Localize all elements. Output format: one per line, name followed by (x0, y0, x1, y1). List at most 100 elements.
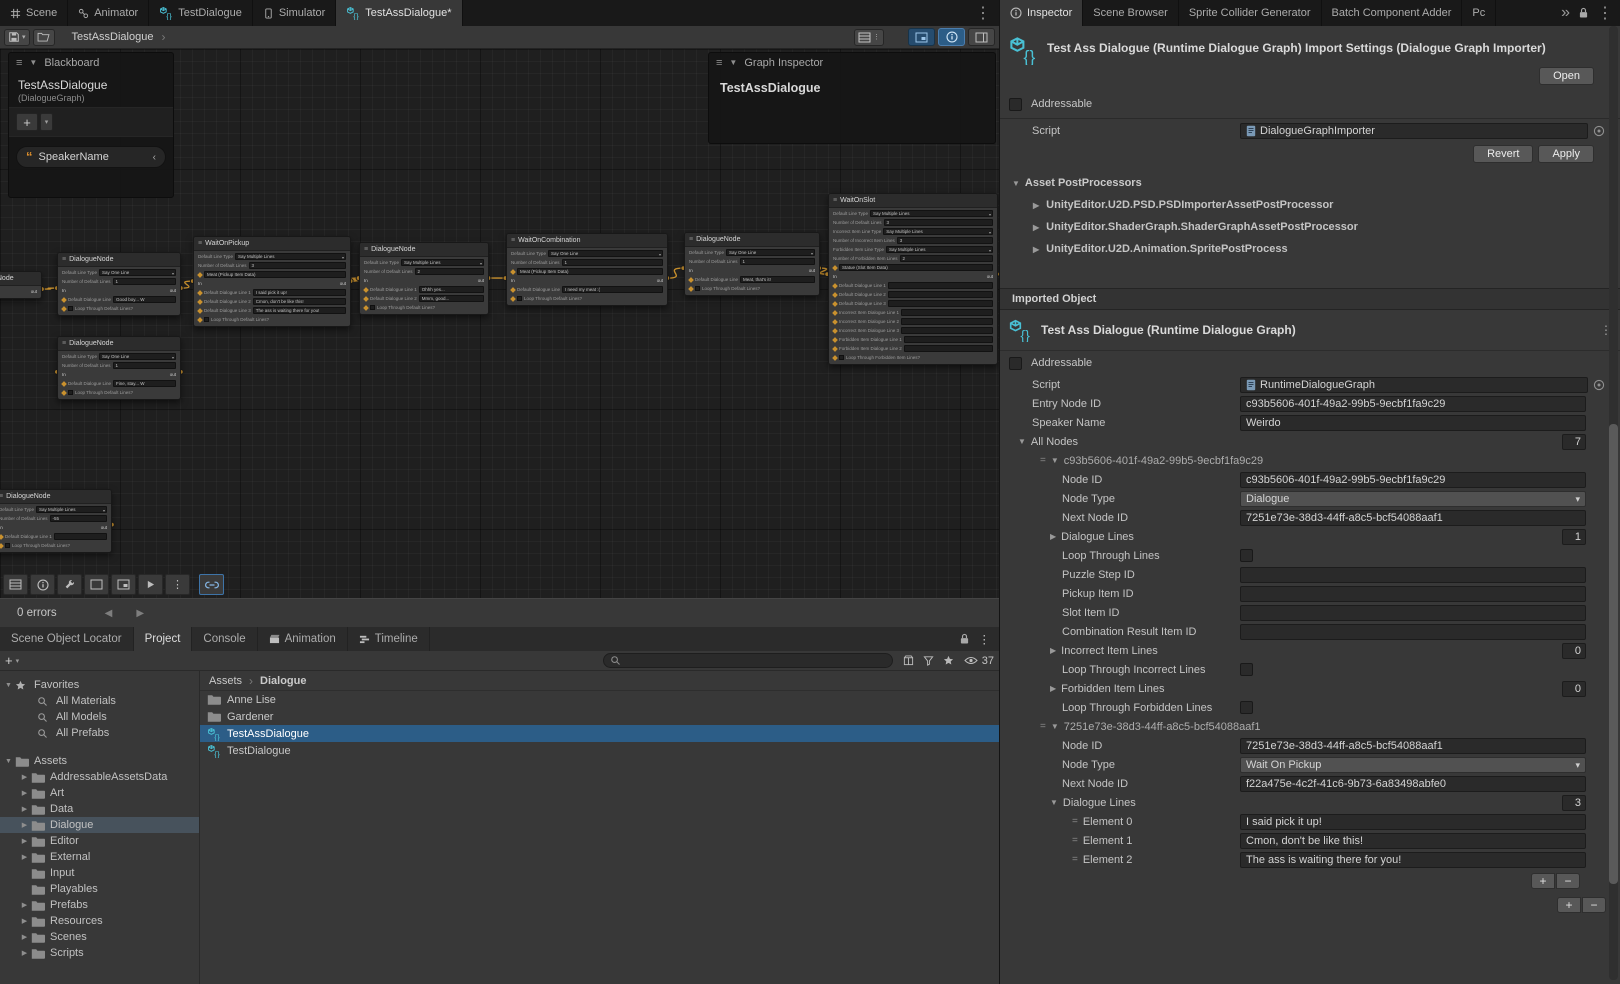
array-size-field[interactable]: 1 (1562, 529, 1586, 545)
tree-arrow-icon[interactable]: ▶ (18, 853, 31, 861)
window-tab-simulator[interactable]: Simulator (253, 0, 336, 26)
object-field[interactable]: DialogueGraphImporter (1240, 123, 1588, 139)
create-asset-button[interactable]: +▾ (5, 653, 19, 668)
open-asset-button[interactable] (33, 29, 55, 46)
foldout-arrow-icon[interactable]: ▶ (1050, 532, 1056, 541)
remove-element-button[interactable]: − (1556, 873, 1580, 889)
postprocessor-unityeditor-shadergraph-shadergraphassetpostprocessor[interactable]: ▶UnityEditor.ShaderGraph.ShaderGraphAsse… (1000, 216, 1620, 238)
addressable-checkbox[interactable] (1009, 357, 1022, 370)
drag-handle-icon[interactable]: = (1072, 816, 1078, 827)
hidden-count-indicator[interactable]: 37 (964, 655, 994, 667)
tree-arrow-icon[interactable]: ▼ (2, 758, 15, 765)
minimap-toggle-button[interactable] (111, 574, 136, 595)
node-line-field[interactable] (901, 318, 993, 325)
add-property-dropdown[interactable]: ▾ (40, 113, 53, 131)
tab-console[interactable]: Console (192, 627, 257, 651)
object-picker-button[interactable] (1588, 379, 1610, 391)
file-row-testdialogue[interactable]: {}TestDialogue (200, 742, 999, 759)
node-field[interactable]: 3 (897, 237, 993, 244)
search-by-label-icon[interactable] (923, 655, 934, 666)
revert-button[interactable]: Revert (1473, 145, 1533, 163)
tab-animation[interactable]: Animation (258, 627, 348, 651)
inspector-tab-batch-component-adder[interactable]: Batch Component Adder (1322, 0, 1463, 26)
object-field[interactable]: RuntimeDialogueGraph (1240, 377, 1588, 393)
text-field[interactable]: Weirdo (1240, 415, 1586, 431)
node-header[interactable]: ≡DialogueNode (0, 490, 111, 504)
tree-item-all-prefabs[interactable]: All Prefabs (0, 725, 199, 741)
text-field[interactable] (1240, 605, 1586, 621)
object-picker-button[interactable] (1588, 125, 1610, 137)
next-error-button[interactable]: ▶ (136, 608, 144, 619)
node-line-field[interactable] (888, 291, 993, 298)
node-dropdown[interactable]: Say Multiple Lines (235, 253, 346, 260)
text-field[interactable]: 7251e73e-38d3-44ff-a8c5-bcf54088aaf1 (1240, 738, 1586, 754)
add-node-button[interactable]: + (1557, 897, 1581, 913)
inspector-tab-inspector[interactable]: Inspector (1000, 0, 1083, 26)
graph-node-waitoncombination[interactable]: ≡WaitOnCombinationDefault Line TypeSay O… (506, 233, 668, 306)
tree-item-addressableassetsdata[interactable]: ▶AddressableAssetsData (0, 769, 199, 785)
project-search-input[interactable] (603, 653, 893, 668)
property-checkbox[interactable] (1240, 701, 1253, 714)
breadcrumb-current[interactable]: Dialogue (260, 675, 306, 687)
tree-item-resources[interactable]: ▶Resources (0, 913, 199, 929)
node-dropdown[interactable]: Say Multiple Lines (886, 246, 993, 253)
inspector-menu-kebab-icon[interactable]: ⋮ (1597, 3, 1613, 23)
file-row-testassdialogue[interactable]: {}TestAssDialogue (200, 725, 999, 742)
tree-arrow-icon[interactable]: ▶ (18, 821, 31, 829)
node-checkbox[interactable] (370, 305, 375, 310)
blackboard-toggle-button[interactable] (968, 28, 995, 46)
tree-arrow-icon[interactable]: ▶ (18, 837, 31, 845)
node-line-field[interactable] (888, 282, 993, 289)
remove-node-button[interactable]: − (1582, 897, 1606, 913)
node-checkbox[interactable] (204, 317, 209, 322)
node-dropdown[interactable]: Say One Line (99, 353, 176, 360)
play-button[interactable] (138, 574, 163, 595)
prev-error-button[interactable]: ◀ (105, 608, 113, 619)
node-dropdown[interactable]: Say One Line (726, 249, 815, 256)
breadcrumb-root[interactable]: Assets (209, 675, 242, 687)
node-object-field[interactable]: Statue (Slot Item Data) (839, 264, 993, 271)
link-lock-button[interactable] (199, 574, 224, 595)
node-line-field[interactable]: Ohhh yes... (419, 286, 484, 293)
graph-inspector-panel[interactable]: ≡ ▼ Graph Inspector TestAssDialogue (708, 52, 996, 144)
graph-node-dialoguenode[interactable]: ≡DialogueNodeDefault Line TypeSay Multip… (359, 242, 489, 315)
node-field[interactable]: 2 (415, 268, 484, 275)
more-options-kebab-button[interactable]: ⋮ (165, 574, 190, 595)
text-field[interactable] (1240, 624, 1586, 640)
tree-item-prefabs[interactable]: ▶Prefabs (0, 897, 199, 913)
element-text-field[interactable]: Cmon, don't be like this! (1240, 833, 1586, 849)
node-checkbox[interactable] (68, 390, 73, 395)
tree-arrow-icon[interactable]: ▼ (2, 682, 15, 689)
drag-handle-icon[interactable]: = (1040, 455, 1046, 466)
dialogue-graph-canvas[interactable]: ≡StartNodeConnectionsout≡DialogueNodeDef… (0, 49, 999, 598)
window-tab-animator[interactable]: Animator (68, 0, 149, 26)
node-field[interactable]: 2 (900, 255, 993, 262)
node-header[interactable]: ≡StartNode (0, 272, 41, 286)
node-dropdown[interactable]: Say Multiple Lines (36, 506, 107, 513)
drag-handle-icon[interactable]: = (1040, 721, 1046, 732)
save-graph-button[interactable]: ▾ (4, 29, 30, 46)
drag-handle-icon[interactable]: = (1072, 835, 1078, 846)
node-object-field[interactable]: Meat (Pickup Item Data) (204, 271, 346, 278)
node-field[interactable]: 1 (113, 278, 176, 285)
node-field[interactable]: -55 (50, 515, 107, 522)
text-field[interactable]: c93b5606-401f-49a2-99b5-9ecbf1fa9c29 (1240, 396, 1586, 412)
drag-handle-icon[interactable]: = (1072, 854, 1078, 865)
text-field[interactable] (1240, 586, 1586, 602)
tree-item-scenes[interactable]: ▶Scenes (0, 929, 199, 945)
text-field[interactable]: c93b5606-401f-49a2-99b5-9ecbf1fa9c29 (1240, 472, 1586, 488)
node-line-field[interactable]: I said pick it up! (253, 289, 346, 296)
node-section-header[interactable]: =▼7251e73e-38d3-44ff-a8c5-bcf54088aaf1 (1000, 717, 1620, 736)
tree-item-dialogue[interactable]: ▶Dialogue (0, 817, 199, 833)
node-field[interactable]: 1 (562, 259, 663, 266)
graph-node-dialoguenode[interactable]: ≡DialogueNodeDefault Line TypeSay One Li… (57, 336, 181, 400)
node-line-field[interactable]: Fine, stay... W (113, 380, 176, 387)
node-section-header[interactable]: =▼c93b5606-401f-49a2-99b5-9ecbf1fa9c29 (1000, 451, 1620, 470)
tree-item-all-models[interactable]: All Models (0, 709, 199, 725)
foldout-arrow-icon[interactable]: ▼ (1051, 456, 1059, 465)
preview-window-button[interactable] (84, 574, 109, 595)
node-dropdown[interactable]: Say One Line (99, 269, 176, 276)
node-header[interactable]: ≡DialogueNode (58, 253, 180, 267)
graph-breadcrumb[interactable]: TestAssDialogue › (72, 30, 166, 44)
node-checkbox[interactable] (839, 355, 844, 360)
